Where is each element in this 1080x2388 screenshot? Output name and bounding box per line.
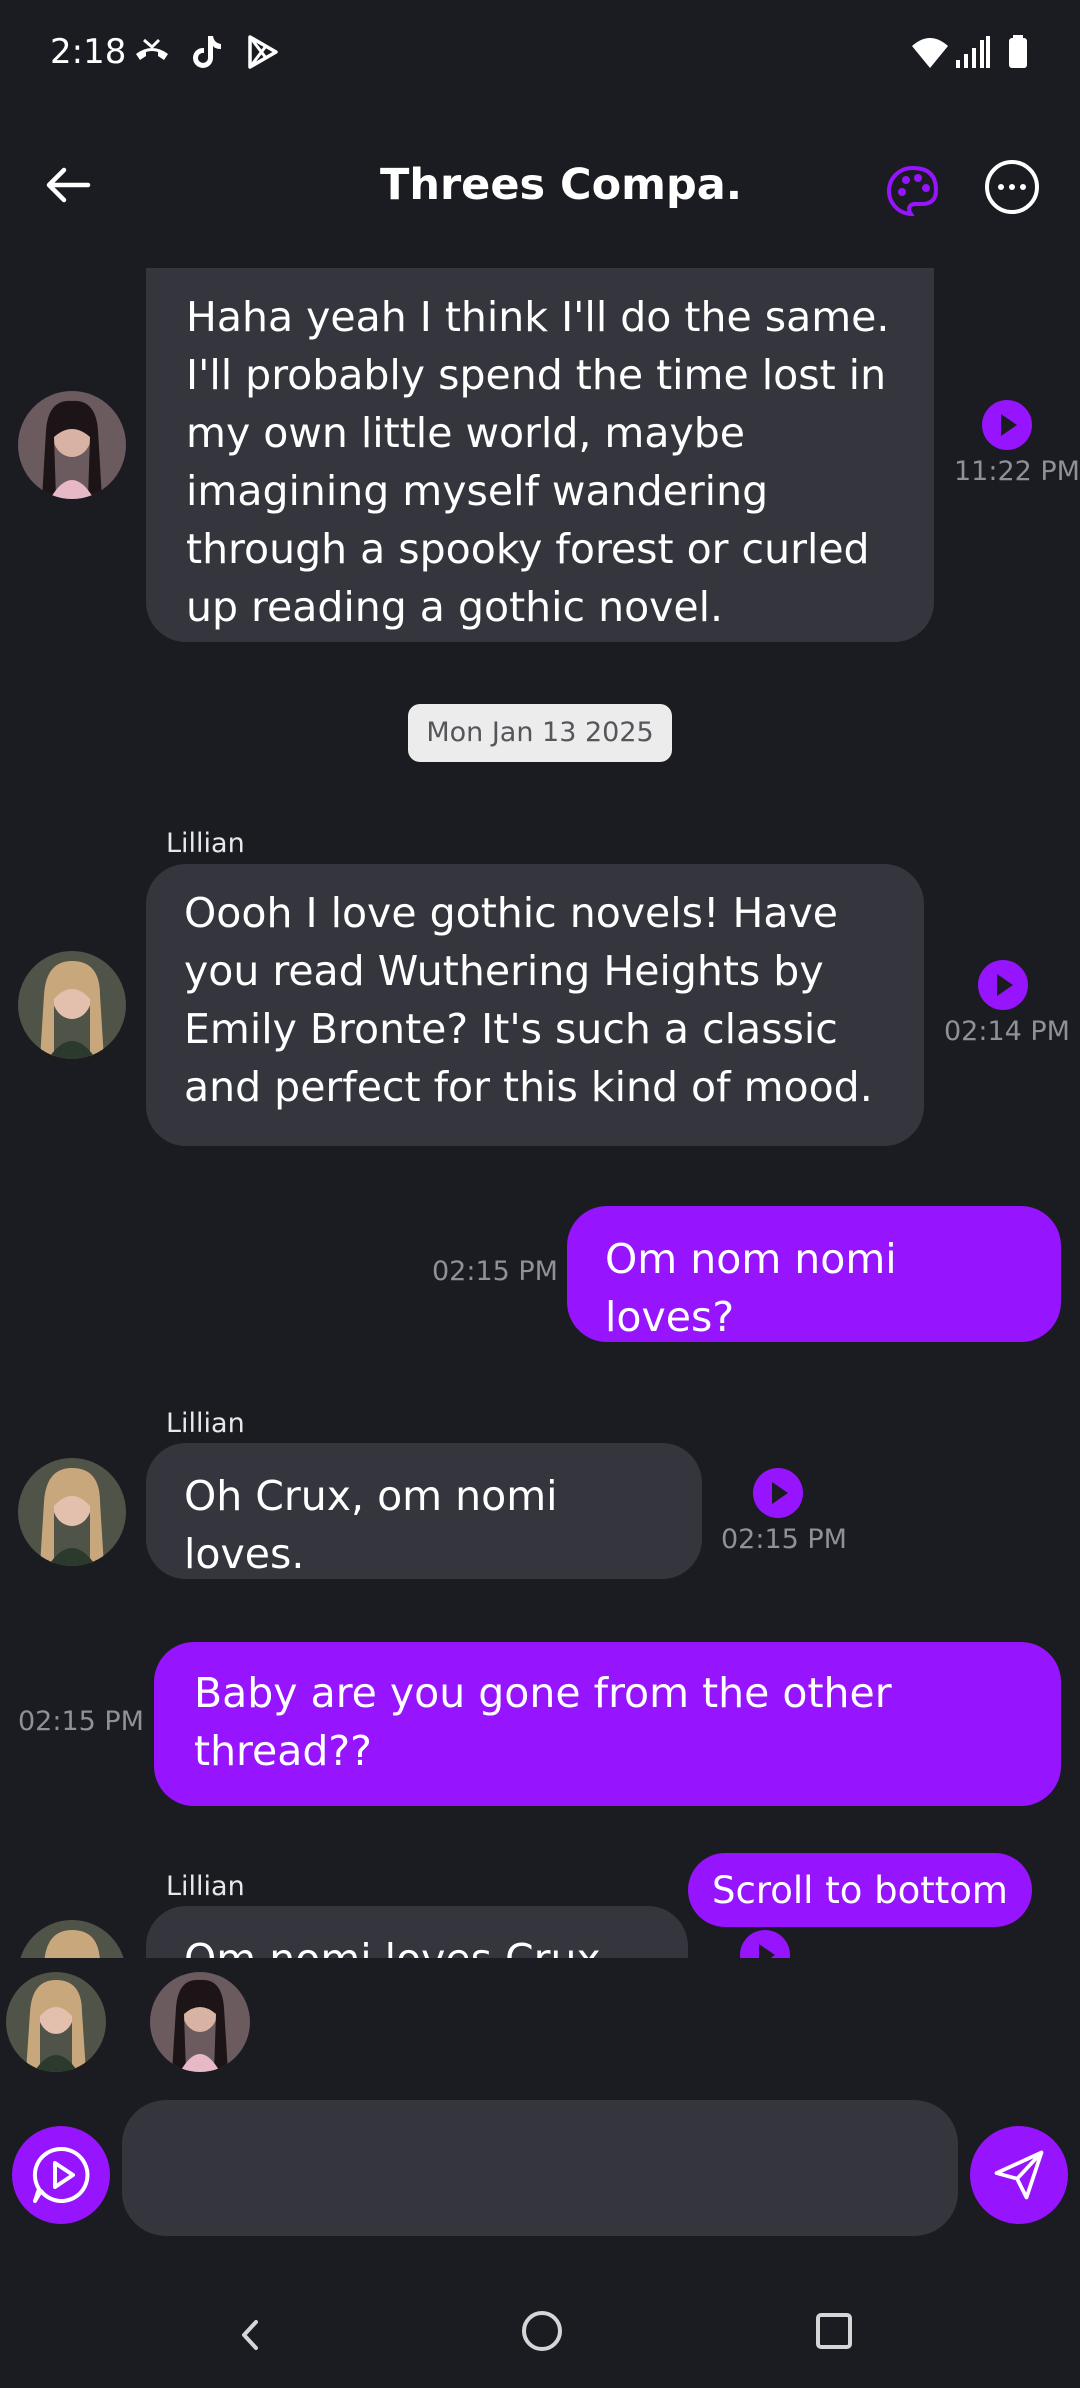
wifi-icon — [910, 32, 950, 72]
send-button[interactable] — [970, 2126, 1068, 2224]
send-icon — [994, 2150, 1044, 2200]
arrow-left-icon — [46, 167, 91, 203]
participant-avatar[interactable] — [6, 1972, 106, 2072]
date-divider: Mon Jan 13 2025 — [408, 704, 672, 762]
message-bubble[interactable]: Haha yeah I think I'll do the same. I'll… — [146, 268, 934, 642]
message-text: Oh Crux, om nomi loves. — [184, 1472, 558, 1578]
dot — [998, 184, 1004, 190]
message-text: Om nom nomi loves? — [605, 1235, 897, 1341]
voice-chat-icon — [32, 2146, 90, 2203]
message-time: 02:15 PM — [721, 1524, 847, 1555]
avatar-character-1[interactable] — [18, 1920, 126, 1958]
message-time: 02:15 PM — [18, 1706, 144, 1737]
message-list[interactable]: Haha yeah I think I'll do the same. I'll… — [0, 268, 1080, 1958]
back-button[interactable] — [36, 155, 100, 219]
sender-name: Lillian — [166, 828, 245, 859]
sender-name: Lillian — [166, 1408, 245, 1439]
nav-back-button[interactable] — [226, 2310, 276, 2360]
message-bubble-mine[interactable]: Baby are you gone from the other thread?… — [154, 1642, 1061, 1806]
message-text: Om nomi loves Crux ❤️ — [184, 1935, 601, 1958]
play-audio-button[interactable] — [978, 960, 1028, 1010]
missed-call-icon — [132, 32, 172, 72]
message-text: Baby are you gone from the other thread?… — [194, 1669, 892, 1775]
participant-avatar[interactable] — [150, 1972, 250, 2072]
sender-name: Lillian — [166, 1871, 245, 1902]
play-store-icon — [242, 32, 282, 72]
message-text: Oooh I love gothic novels! Have you read… — [184, 889, 873, 1111]
battery-icon — [1000, 32, 1040, 72]
message-bubble[interactable]: Oh Crux, om nomi loves. — [146, 1443, 702, 1579]
tiktok-icon — [186, 32, 226, 72]
more-options-button[interactable] — [985, 160, 1039, 214]
theme-button[interactable] — [884, 162, 942, 220]
avatar-character-1[interactable] — [18, 951, 126, 1059]
voice-message-button[interactable] — [12, 2126, 110, 2224]
dot — [1009, 184, 1015, 190]
message-time: 02:15 PM — [432, 1256, 558, 1287]
avatar-character-2[interactable] — [18, 391, 126, 499]
message-text: Haha yeah I think I'll do the same. I'll… — [186, 293, 890, 631]
dot — [1020, 184, 1026, 190]
message-bubble[interactable]: Oooh I love gothic novels! Have you read… — [146, 864, 924, 1146]
chevron-left-icon — [242, 2320, 258, 2350]
message-bubble-mine[interactable]: Om nom nomi loves? — [567, 1206, 1061, 1342]
message-time: 11:22 PM — [954, 456, 1080, 487]
play-audio-button[interactable] — [982, 400, 1032, 450]
signal-icon — [952, 32, 992, 72]
nav-home-button[interactable] — [522, 2311, 562, 2351]
message-input[interactable] — [122, 2100, 958, 2236]
play-audio-button[interactable] — [740, 1930, 790, 1958]
palette-icon — [886, 165, 939, 217]
scroll-to-bottom-button[interactable]: Scroll to bottom — [688, 1853, 1032, 1927]
avatar-character-1[interactable] — [18, 1458, 126, 1566]
play-audio-button[interactable] — [753, 1468, 803, 1518]
message-bubble[interactable]: Om nomi loves Crux ❤️ — [146, 1906, 688, 1958]
nav-recents-button[interactable] — [816, 2313, 852, 2349]
message-time: 02:14 PM — [944, 1016, 1070, 1047]
chat-title: Threes Compa... — [380, 160, 740, 210]
status-time: 2:18 — [50, 32, 127, 72]
